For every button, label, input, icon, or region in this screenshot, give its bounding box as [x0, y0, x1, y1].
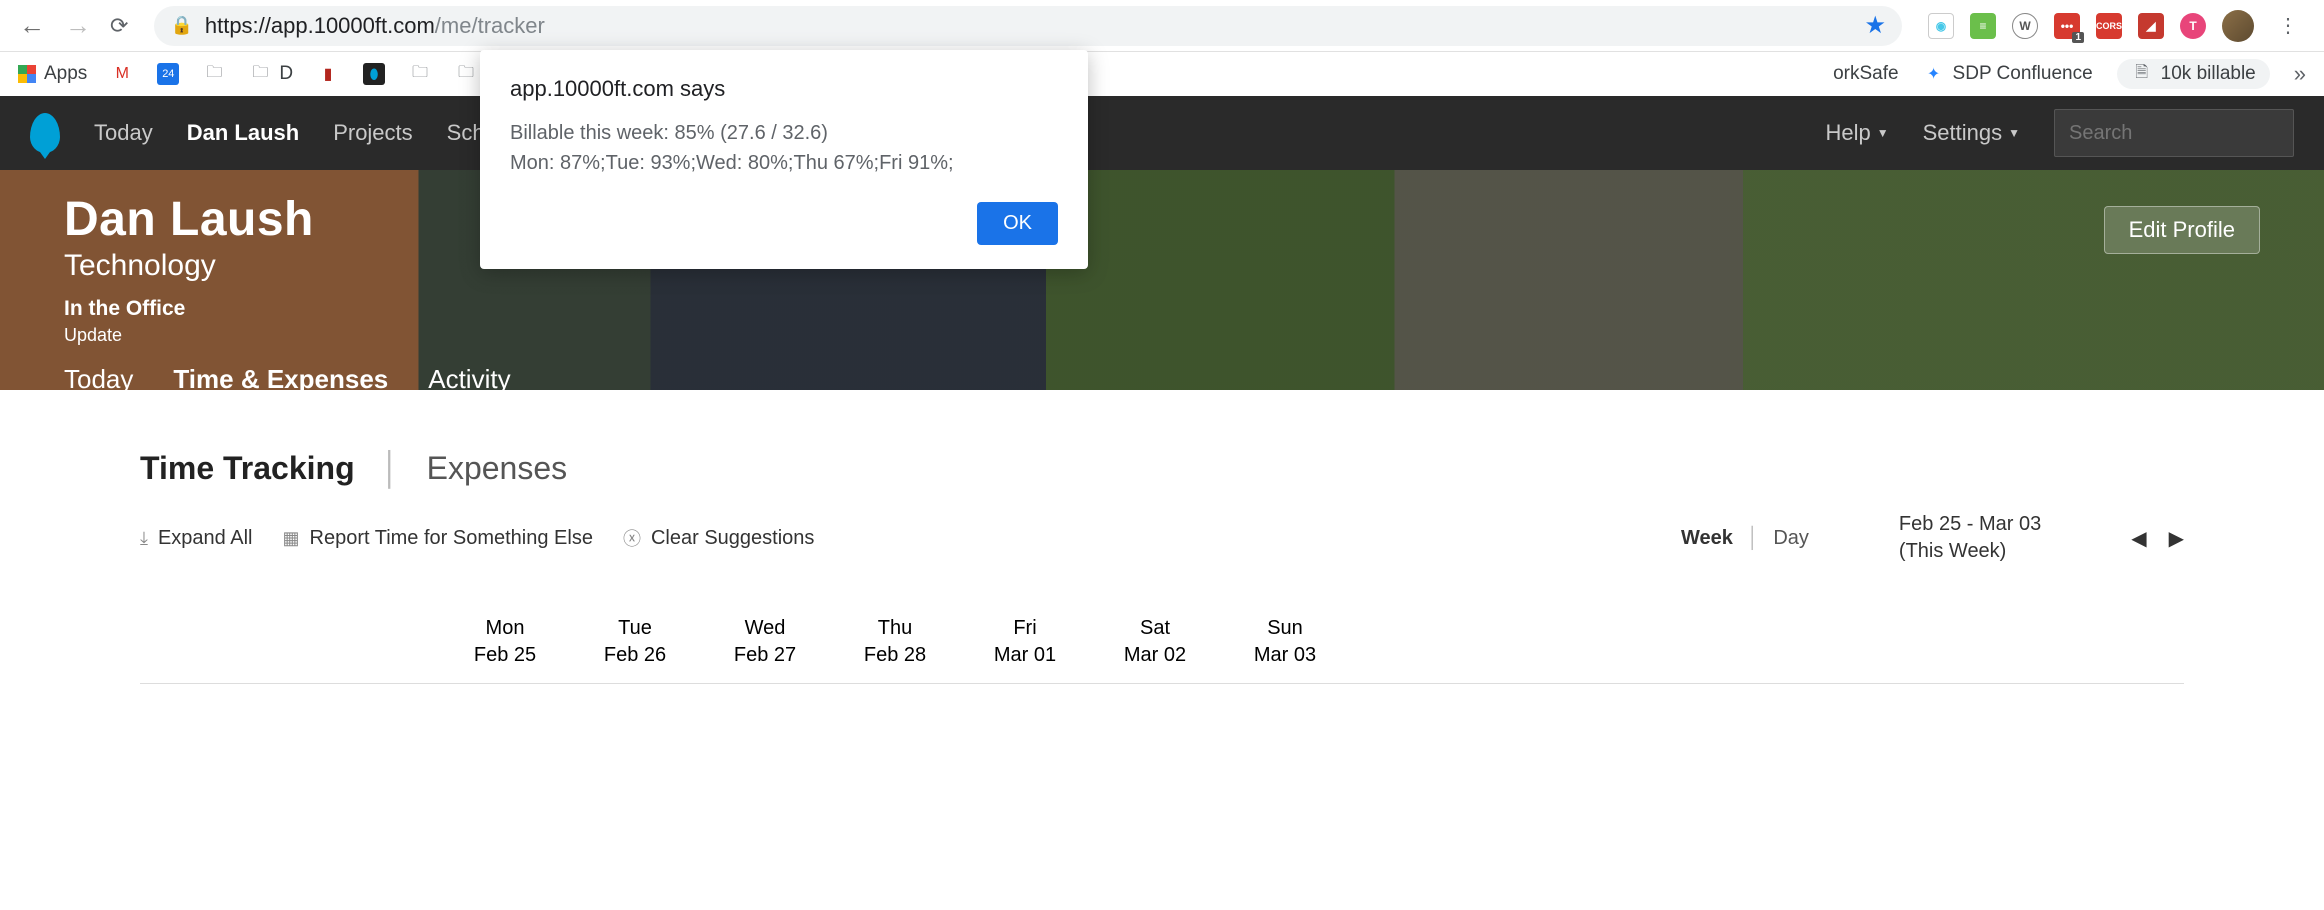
bookmark-confluence[interactable]: ✦SDP Confluence — [1923, 63, 2093, 85]
calendar-icon: 24 — [157, 63, 179, 85]
bookmark-book[interactable]: ▮ — [317, 63, 339, 85]
bookmark-10k-billable[interactable]: 🗎10k billable — [2117, 59, 2270, 89]
day-column: WedFeb 27 — [700, 615, 830, 669]
clear-icon: ⓧ — [623, 525, 641, 551]
next-week-button[interactable]: ▶ — [2169, 526, 2184, 551]
hero-tab-activity[interactable]: Activity — [428, 364, 510, 395]
prev-week-button[interactable]: ◀ — [2131, 526, 2146, 551]
page-icon: 🗎 — [2131, 63, 2153, 85]
bookmark-balloon[interactable]: ⬮ — [363, 63, 385, 85]
chevron-down-icon: ▼ — [1877, 126, 1889, 140]
bookmark-folder-d[interactable]: 🗀D — [249, 63, 293, 85]
report-time-button[interactable]: ▦Report Time for Something Else — [282, 527, 592, 550]
folder-icon: 🗀 — [409, 63, 431, 85]
url-path: /me/tracker — [435, 13, 545, 38]
javascript-alert: app.10000ft.com says Billable this week:… — [480, 50, 1088, 269]
lock-icon: 🔒 — [170, 15, 192, 36]
folder-icon: 🗀 — [455, 63, 477, 85]
day-column: FriMar 01 — [960, 615, 1090, 669]
tab-expenses[interactable]: Expenses — [427, 450, 568, 487]
nav-settings[interactable]: Settings▼ — [1923, 120, 2020, 146]
bookmark-folder-1[interactable]: 🗀 — [203, 63, 225, 85]
date-range-sub: (This Week) — [1899, 538, 2041, 565]
browser-menu-icon[interactable]: ⋮ — [2270, 13, 2306, 38]
ext-icon-1[interactable]: ◉ — [1928, 13, 1954, 39]
bookmark-gmail[interactable]: M — [111, 63, 133, 85]
tab-divider: │ — [381, 450, 401, 487]
search-input[interactable] — [2054, 109, 2294, 157]
nav-projects[interactable]: Projects — [333, 120, 412, 146]
clear-suggestions-button[interactable]: ⓧClear Suggestions — [623, 525, 814, 551]
divider — [140, 683, 2184, 684]
chevron-down-icon: ▼ — [2008, 126, 2020, 140]
folder-icon: 🗀 — [203, 63, 225, 85]
book-icon: ▮ — [317, 63, 339, 85]
forward-button[interactable]: → — [64, 10, 92, 41]
extension-row: ◉ ≡ W •••1 CORS ◢ T ⋮ — [1928, 10, 2306, 42]
bookmark-star-icon[interactable]: ★ — [1864, 11, 1886, 40]
confluence-icon: ✦ — [1923, 63, 1945, 85]
bookmarks-overflow[interactable]: » — [2294, 61, 2306, 87]
apps-button[interactable]: Apps — [18, 63, 87, 85]
back-button[interactable]: ← — [18, 10, 46, 41]
bookmark-worksafe[interactable]: orkSafe — [1833, 63, 1898, 85]
alert-line1: Billable this week: 85% (27.6 / 32.6) — [510, 118, 1058, 148]
expand-icon: ⤓ — [140, 528, 148, 549]
profile-status: In the Office — [64, 297, 2260, 321]
balloon-icon: ⬮ — [363, 63, 385, 85]
ext-icon-cors[interactable]: CORS — [2096, 13, 2122, 39]
alert-title: app.10000ft.com says — [510, 76, 1058, 102]
day-column: ThuFeb 28 — [830, 615, 960, 669]
ext-icon-5[interactable]: ◢ — [2138, 13, 2164, 39]
nav-user[interactable]: Dan Laush — [187, 120, 299, 146]
profile-name: Dan Laush — [64, 192, 2260, 247]
date-range: Feb 25 - Mar 03 — [1899, 511, 2041, 538]
nav-help[interactable]: Help▼ — [1825, 120, 1888, 146]
day-column: SatMar 02 — [1090, 615, 1220, 669]
day-column: MonFeb 25 — [440, 615, 570, 669]
edit-profile-button[interactable]: Edit Profile — [2104, 206, 2260, 254]
profile-avatar[interactable] — [2222, 10, 2254, 42]
plus-icon: ▦ — [282, 528, 299, 549]
ext-icon-3[interactable]: W — [2012, 13, 2038, 39]
app-logo[interactable] — [30, 113, 60, 153]
alert-ok-button[interactable]: OK — [977, 202, 1058, 245]
ext-icon-4[interactable]: •••1 — [2054, 13, 2080, 39]
apps-grid-icon — [18, 65, 36, 83]
nav-today[interactable]: Today — [94, 120, 153, 146]
view-day[interactable]: Day — [1773, 527, 1809, 550]
bookmark-calendar[interactable]: 24 — [157, 63, 179, 85]
ext-icon-6[interactable]: T — [2180, 13, 2206, 39]
tab-time-tracking[interactable]: Time Tracking — [140, 450, 355, 487]
hero-tab-time-expenses[interactable]: Time & Expenses — [173, 364, 388, 395]
apps-label: Apps — [44, 63, 87, 85]
reload-button[interactable]: ⟳ — [110, 13, 128, 39]
profile-dept: Technology — [64, 249, 2260, 283]
bookmark-folder-2[interactable]: 🗀 — [409, 63, 431, 85]
hero-tab-today[interactable]: Today — [64, 364, 133, 395]
gmail-icon: M — [111, 63, 133, 85]
day-column: SunMar 03 — [1220, 615, 1350, 669]
day-column: TueFeb 26 — [570, 615, 700, 669]
view-week[interactable]: Week — [1681, 527, 1733, 550]
ext-icon-2[interactable]: ≡ — [1970, 13, 1996, 39]
address-bar[interactable]: 🔒 https://app.10000ft.com/me/tracker ★ — [154, 6, 1902, 46]
status-update-link[interactable]: Update — [64, 325, 2260, 346]
folder-icon: 🗀 — [249, 63, 271, 85]
expand-all-button[interactable]: ⤓Expand All — [140, 527, 252, 550]
url-host: https://app.10000ft.com — [205, 13, 435, 38]
alert-line2: Mon: 87%;Tue: 93%;Wed: 80%;Thu 67%;Fri 9… — [510, 148, 1058, 178]
